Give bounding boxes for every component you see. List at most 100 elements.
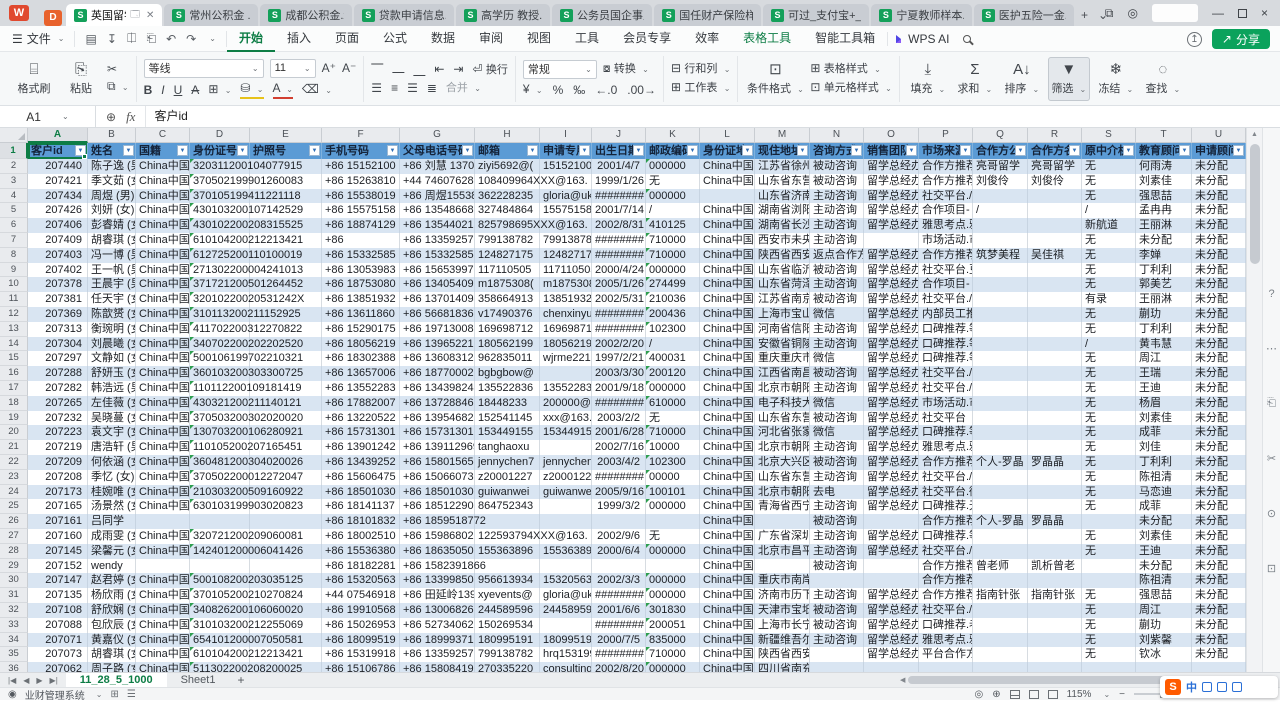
cell-A2[interactable]: 207440 [28, 159, 88, 174]
cell-F10[interactable]: +86 18753080 [322, 277, 400, 292]
cell-H21[interactable]: tanghaoxu [475, 440, 540, 455]
cell-D22[interactable]: 360481200304020026 [190, 455, 250, 470]
cell-F15[interactable]: +86 18302388 [322, 351, 400, 366]
cell-I2[interactable]: 151521001 [540, 159, 592, 174]
cell-G24[interactable]: +86 1850103098 [400, 485, 475, 500]
cell-N15[interactable]: 微信 [810, 351, 864, 366]
cell-H6[interactable]: 825798695XXX@163. [475, 218, 540, 233]
cell-G29[interactable]: +86 1582391866 [400, 559, 475, 574]
cell-A11[interactable]: 207381 [28, 292, 88, 307]
cell-I11[interactable]: 138519326 [540, 292, 592, 307]
cell-Q9[interactable] [973, 263, 1028, 278]
cell-K34[interactable]: 835000 [646, 633, 700, 648]
cell-Q16[interactable] [973, 366, 1028, 381]
new-tab-button[interactable]: + [1081, 8, 1088, 22]
row-header-25[interactable]: 25 [0, 499, 28, 514]
cell-F26[interactable]: +86 18101832 [322, 514, 400, 529]
cell-O27[interactable]: 留学总经办 [864, 529, 919, 544]
select-all-corner[interactable] [0, 128, 28, 143]
cell-F20[interactable]: +86 15731301 [322, 425, 400, 440]
cell-B6[interactable]: 彭睿婧 (女 [88, 218, 136, 233]
cell-T15[interactable]: 周江 [1136, 351, 1192, 366]
cell-S34[interactable]: 无 [1082, 633, 1136, 648]
cell-U12[interactable]: 未分配 [1192, 307, 1246, 322]
cell-C20[interactable]: China中国 [136, 425, 190, 440]
cell-F29[interactable]: +86 18182281 [322, 559, 400, 574]
cell-E26[interactable] [250, 514, 322, 529]
cell-Q34[interactable] [973, 633, 1028, 648]
menu-tab-6[interactable]: 视图 [515, 26, 563, 52]
menu-tab-9[interactable]: 效率 [683, 26, 731, 52]
cell-M3[interactable]: 山东省东营 [755, 174, 810, 189]
cell-I26[interactable] [540, 514, 592, 529]
column-header-G[interactable]: G [400, 128, 475, 143]
cell-M5[interactable]: 湖南省浏阳 [755, 203, 810, 218]
cell-K31[interactable]: 000000 [646, 588, 700, 603]
cell-G12[interactable]: +86 56681836 [400, 307, 475, 322]
cell-M27[interactable]: 广东省深圳 [755, 529, 810, 544]
cell-G32[interactable]: +86 1300682663 [400, 603, 475, 618]
cell-F30[interactable]: +86 15320563 [322, 573, 400, 588]
cell-I30[interactable]: 153205639 [540, 573, 592, 588]
cell-U28[interactable]: 未分配 [1192, 544, 1246, 559]
row-header-2[interactable]: 2 [0, 159, 28, 174]
cell-I5[interactable]: 155751588 [540, 203, 592, 218]
cell-C12[interactable]: China中国 [136, 307, 190, 322]
cell-style-button[interactable]: ⊡ 单元格样式 ⌄ [810, 80, 891, 96]
cell-M7[interactable]: 西安市未央 [755, 233, 810, 248]
cell-M36[interactable]: 四川省南充 [755, 662, 810, 672]
cell-D20[interactable]: 130703200106280921 [190, 425, 250, 440]
cell-R19[interactable] [1028, 411, 1082, 426]
cell-O30[interactable] [864, 573, 919, 588]
cell-I32[interactable]: 244589596 [540, 603, 592, 618]
window-tab-9[interactable]: S医护五险一金.xlsx [974, 4, 1074, 26]
cell-U35[interactable]: 未分配 [1192, 647, 1246, 662]
cell-K18[interactable]: 610000 [646, 396, 700, 411]
formula-input[interactable]: 客户id [145, 106, 1280, 127]
cell-U24[interactable]: 未分配 [1192, 485, 1246, 500]
cell-K19[interactable]: 无 [646, 411, 700, 426]
cell-L25[interactable]: China中国 [700, 499, 755, 514]
cell-L18[interactable]: China中国 [700, 396, 755, 411]
cell-A24[interactable]: 207173 [28, 485, 88, 500]
cell-B2[interactable]: 陈子逸 (男 [88, 159, 136, 174]
cell-O36[interactable] [864, 662, 919, 672]
cell-F28[interactable]: +86 15536380 [322, 544, 400, 559]
cell-A28[interactable]: 207145 [28, 544, 88, 559]
cell-T2[interactable]: 何雨涛 [1136, 159, 1192, 174]
cell-R25[interactable] [1028, 499, 1082, 514]
cell-S13[interactable]: 无 [1082, 322, 1136, 337]
window-tab-4[interactable]: S高学历 教授.xlsx [456, 4, 550, 26]
cell-O8[interactable]: 留学总经办 [864, 248, 919, 263]
cell-R4[interactable] [1028, 189, 1082, 204]
cell-Q11[interactable] [973, 292, 1028, 307]
cell-A36[interactable]: 207062 [28, 662, 88, 672]
cell-U36[interactable] [1192, 662, 1246, 672]
file-menu[interactable]: ☰ 文件 ⌄ [0, 30, 74, 47]
cell-F17[interactable]: +86 13552283 [322, 381, 400, 396]
cell-I19[interactable]: xxx@163.cc [540, 411, 592, 426]
cell-C9[interactable]: China中国 [136, 263, 190, 278]
cell-T22[interactable]: 丁利利 [1136, 455, 1192, 470]
cell-S1[interactable]: 原中介机▼ [1082, 143, 1136, 159]
cell-S15[interactable]: 无 [1082, 351, 1136, 366]
cell-J7[interactable]: ######## [592, 233, 646, 248]
cell-R2[interactable]: 亮哥留学 [1028, 159, 1082, 174]
cell-I9[interactable]: 117110505 [540, 263, 592, 278]
cell-I17[interactable]: 135522836 [540, 381, 592, 396]
cell-M15[interactable]: 重庆重庆市 [755, 351, 810, 366]
cell-R20[interactable] [1028, 425, 1082, 440]
cell-D21[interactable]: 110105200207165451 [190, 440, 250, 455]
cell-D30[interactable]: 500108200203035125 [190, 573, 250, 588]
cell-B29[interactable]: wendy [88, 559, 136, 574]
cell-G19[interactable]: +86 1395468251 [400, 411, 475, 426]
sogou-logo[interactable]: S [1165, 679, 1181, 695]
cell-H30[interactable]: 956613934 [475, 573, 540, 588]
table-style-button[interactable]: ⊞ 表格样式 ⌄ [810, 61, 891, 77]
cell-R8[interactable]: 吴佳祺 [1028, 248, 1082, 263]
cell-D1[interactable]: 身份证号▼ [190, 143, 250, 159]
cell-P13[interactable]: 口碑推荐.等 [919, 322, 973, 337]
cell-U18[interactable]: 未分配 [1192, 396, 1246, 411]
cell-G2[interactable]: +86 刘慧 137052 [400, 159, 475, 174]
cell-U7[interactable]: 未分配 [1192, 233, 1246, 248]
